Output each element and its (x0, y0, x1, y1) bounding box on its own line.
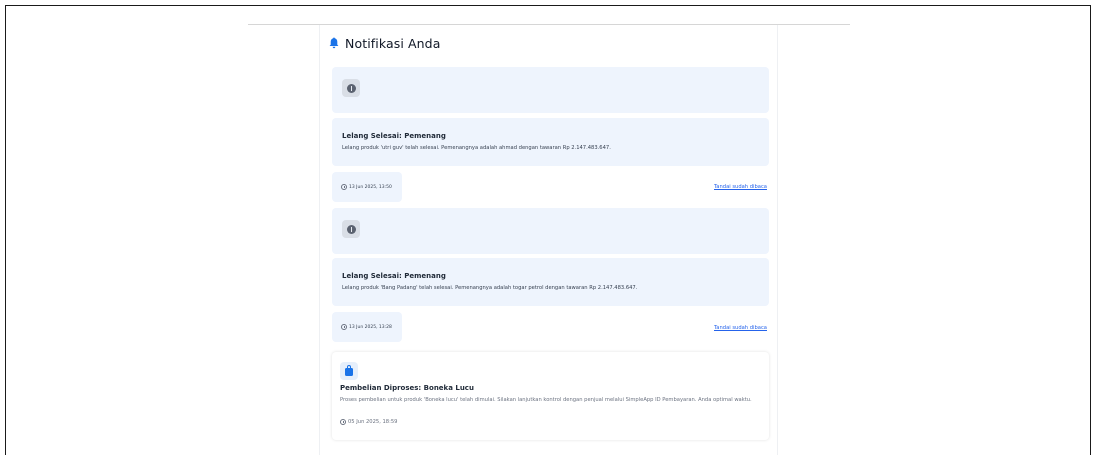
notification-title: Lelang Selesai: Pemenang (342, 272, 446, 280)
notification-time: 13 Jun 2025, 13:50 (332, 172, 402, 202)
notification-content-card[interactable]: Lelang Selesai: Pemenang Lelang produk '… (332, 258, 769, 306)
clock-icon (341, 324, 347, 330)
notification-icon-card (332, 67, 769, 113)
notification-message: Proses pembelian untuk produk 'Boneka lu… (340, 397, 752, 403)
notification-content-card[interactable]: Lelang Selesai: Pemenang Lelang produk '… (332, 118, 769, 166)
info-icon (342, 79, 360, 97)
clock-icon (341, 184, 347, 190)
bell-icon (329, 37, 339, 49)
mark-read-link[interactable]: Tandai sudah dibaca (714, 325, 767, 331)
notification-purchase-card[interactable]: Pembelian Diproses: Boneka Lucu Proses p… (332, 352, 769, 440)
notification-time-text: 05 Jun 2025, 18:59 (348, 419, 398, 425)
notification-time-text: 13 Jun 2025, 13:28 (349, 324, 392, 330)
notification-title: Pembelian Diproses: Boneka Lucu (340, 384, 474, 392)
notification-time: 05 Jun 2025, 18:59 (340, 419, 397, 425)
mark-read-link[interactable]: Tandai sudah dibaca (714, 184, 767, 190)
page-title: Notifikasi Anda (345, 35, 441, 51)
notification-message: Lelang produk 'utri guv' telah selesai. … (342, 145, 611, 151)
info-icon (342, 220, 360, 238)
shopping-bag-icon (340, 362, 358, 380)
notification-message: Lelang produk 'Bang Padang' telah selesa… (342, 285, 638, 291)
notification-icon-card (332, 208, 769, 254)
page-heading: Notifikasi Anda (329, 34, 440, 52)
notification-title: Lelang Selesai: Pemenang (342, 132, 446, 140)
notification-time-text: 13 Jun 2025, 13:50 (349, 184, 392, 190)
clock-icon (340, 419, 346, 425)
notification-time: 13 Jun 2025, 13:28 (332, 312, 402, 342)
